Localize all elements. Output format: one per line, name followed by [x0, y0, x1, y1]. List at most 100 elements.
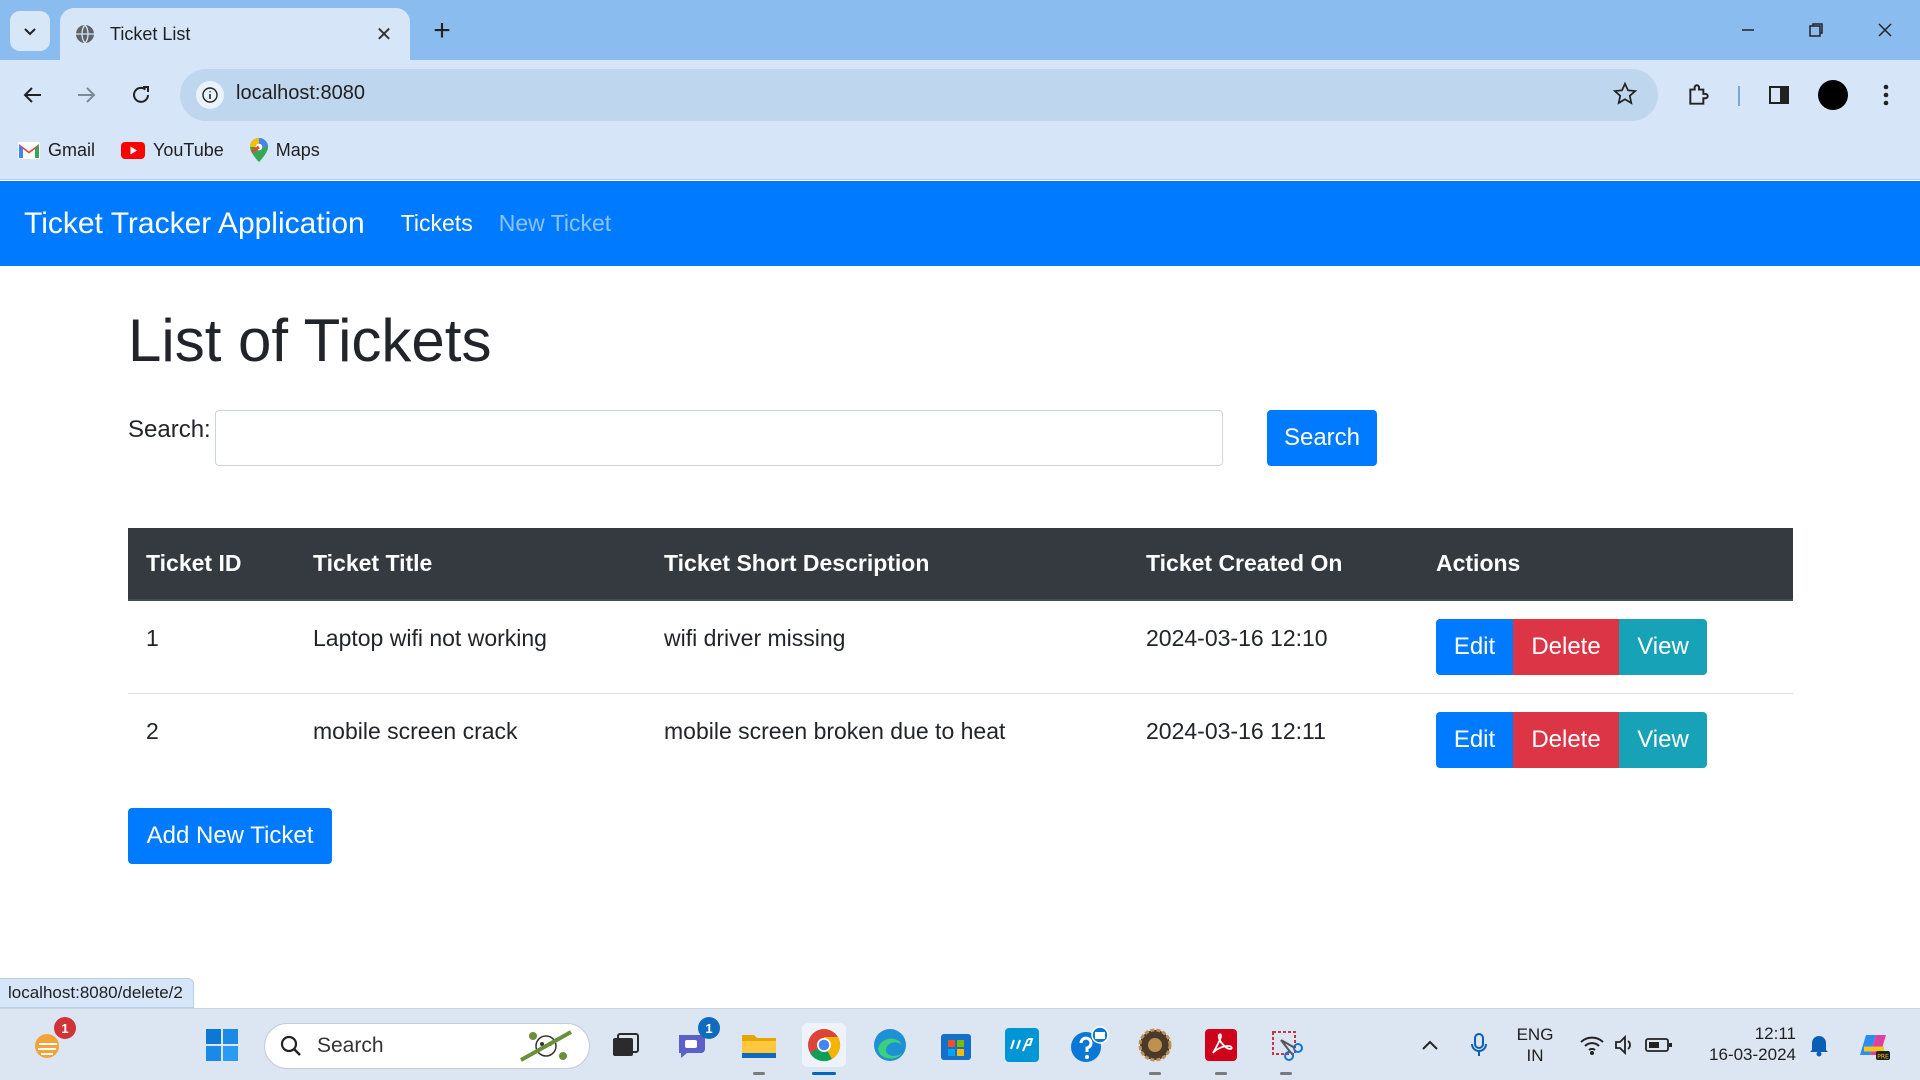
hp-support-app[interactable] — [1067, 1023, 1111, 1067]
reload-icon — [133, 86, 149, 103]
new-tab-button[interactable]: + — [424, 13, 460, 49]
column-header-id: Ticket ID — [128, 528, 295, 601]
column-header-description: Ticket Short Description — [646, 528, 1128, 601]
reload-button[interactable] — [121, 75, 161, 115]
browser-tab-strip: Ticket List ✕ + — [0, 0, 1920, 60]
microsoft-store-app[interactable] — [934, 1023, 978, 1067]
tab-search-button[interactable] — [10, 11, 50, 51]
chevron-down-icon — [24, 28, 36, 36]
running-indicator — [1280, 1072, 1292, 1075]
youtube-icon — [121, 141, 146, 159]
notifications-button[interactable] — [1797, 1023, 1841, 1067]
snipping-tool-app[interactable] — [1264, 1023, 1308, 1075]
show-hidden-icons-button[interactable] — [1408, 1023, 1452, 1067]
delete-button[interactable]: Delete — [1513, 619, 1619, 675]
cell-ticket-title: mobile screen crack — [295, 692, 646, 786]
battery-icon — [1645, 1038, 1672, 1052]
chrome-app[interactable] — [802, 1023, 846, 1075]
action-button-group: Edit Delete View — [1436, 711, 1707, 768]
bell-icon — [1810, 1036, 1828, 1057]
column-header-title: Ticket Title — [295, 528, 646, 601]
wifi-icon — [1580, 1036, 1604, 1055]
task-view-button[interactable] — [603, 1023, 647, 1067]
navbar-brand[interactable]: Ticket Tracker Application — [24, 207, 365, 241]
browser-toolbar: localhost:8080 Gmail YouTube Maps — [0, 60, 1920, 180]
close-icon — [1878, 23, 1892, 37]
puzzle-icon — [1689, 84, 1709, 105]
bookmark-youtube[interactable]: YouTube — [121, 140, 224, 161]
clock[interactable]: 12:11 16-03-2024 — [1692, 1023, 1796, 1065]
folder-icon — [742, 1035, 776, 1058]
restore-button[interactable] — [1793, 10, 1839, 50]
delete-button[interactable]: Delete — [1513, 711, 1619, 768]
action-button-group: Edit Delete View — [1436, 619, 1707, 675]
gear-app[interactable] — [1133, 1023, 1177, 1075]
weather-badge: 1 — [54, 1017, 76, 1039]
nav-link-tickets[interactable]: Tickets — [401, 210, 473, 237]
browser-menu-button[interactable] — [1866, 75, 1906, 115]
search-input[interactable] — [215, 410, 1223, 466]
edit-button[interactable]: Edit — [1436, 619, 1513, 675]
tab-close-icon[interactable]: ✕ — [372, 22, 396, 47]
microphone-button[interactable] — [1457, 1023, 1501, 1067]
column-header-created: Ticket Created On — [1128, 528, 1418, 601]
task-view-icon — [613, 1033, 639, 1056]
store-icon — [941, 1034, 971, 1060]
edge-app[interactable] — [868, 1023, 912, 1067]
table-row: 2 mobile screen crack mobile screen brok… — [128, 692, 1793, 786]
start-button[interactable] — [200, 1023, 244, 1067]
teams-app[interactable]: 1 — [670, 1017, 720, 1067]
profile-button[interactable] — [1813, 75, 1853, 115]
toolbar-separator — [1738, 86, 1740, 106]
page-title: List of Tickets — [128, 307, 492, 374]
back-button[interactable] — [13, 75, 53, 115]
more-vert-icon — [1883, 84, 1889, 106]
view-button[interactable]: View — [1619, 711, 1707, 768]
search-label: Search: — [128, 416, 211, 443]
teams-badge: 1 — [698, 1017, 720, 1039]
address-bar[interactable]: localhost:8080 — [180, 69, 1658, 121]
input-language[interactable]: ENG IN — [1510, 1024, 1560, 1066]
site-info-icon[interactable] — [196, 81, 224, 109]
minimize-button[interactable] — [1725, 10, 1771, 50]
weather-widget[interactable]: 1 — [26, 1017, 76, 1067]
restore-icon — [1809, 23, 1823, 37]
chrome-icon — [808, 1029, 841, 1062]
windows-taskbar: 1 Search 1 ENG IN 12:11 16-03-2024 PRE — [0, 1008, 1920, 1080]
file-explorer-app[interactable] — [737, 1023, 781, 1075]
search-button[interactable]: Search — [1267, 410, 1377, 466]
help-mail-icon — [1071, 1026, 1109, 1062]
cell-ticket-title: Laptop wifi not working — [313, 625, 547, 651]
taskbar-search[interactable]: Search — [264, 1023, 590, 1069]
cell-ticket-id: 2 — [128, 692, 295, 786]
bookmark-star-icon[interactable] — [1612, 81, 1638, 107]
snipping-tool-icon — [1272, 1031, 1303, 1061]
cell-actions: Edit Delete View — [1418, 600, 1793, 693]
add-new-ticket-button[interactable]: Add New Ticket — [128, 808, 332, 864]
nav-link-new-ticket[interactable]: New Ticket — [499, 210, 611, 237]
maps-icon — [249, 138, 268, 162]
quick-settings-button[interactable] — [1571, 1023, 1681, 1067]
running-indicator — [753, 1072, 765, 1075]
view-button[interactable]: View — [1619, 619, 1707, 675]
running-indicator — [1149, 1072, 1161, 1075]
close-window-button[interactable] — [1862, 10, 1908, 50]
running-indicator — [812, 1072, 836, 1075]
copilot-button[interactable]: PRE — [1851, 1023, 1895, 1067]
url-text: localhost:8080 — [236, 82, 365, 104]
bookmark-gmail[interactable]: Gmail — [18, 140, 95, 161]
edit-button[interactable]: Edit — [1436, 711, 1513, 768]
globe-icon — [76, 24, 94, 44]
running-indicator — [1215, 1072, 1227, 1075]
side-panel-button[interactable] — [1759, 75, 1799, 115]
chevron-up-icon — [1422, 1040, 1438, 1050]
acrobat-app[interactable] — [1199, 1023, 1243, 1075]
forward-button[interactable] — [66, 75, 106, 115]
extensions-button[interactable] — [1679, 75, 1719, 115]
myhp-app[interactable] — [1000, 1023, 1044, 1067]
app-navbar: Ticket Tracker Application Tickets New T… — [0, 181, 1920, 266]
volume-icon — [1615, 1034, 1631, 1056]
browser-tab[interactable]: Ticket List ✕ — [60, 8, 410, 60]
copilot-icon: PRE — [1860, 1035, 1890, 1061]
bookmark-maps[interactable]: Maps — [249, 138, 320, 162]
